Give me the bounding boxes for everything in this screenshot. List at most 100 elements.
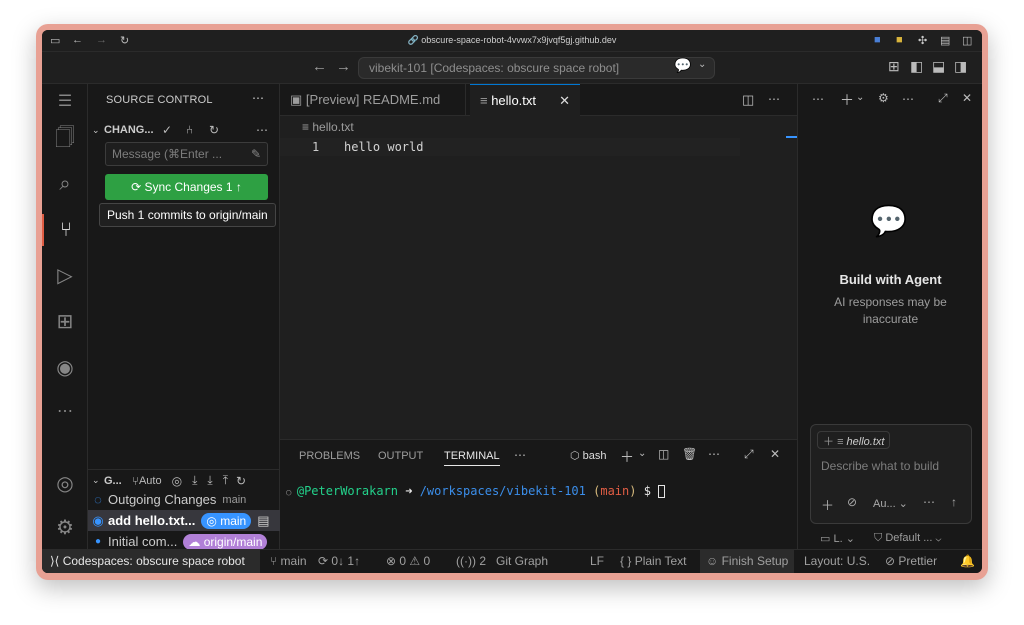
pull-icon[interactable]: ⤓	[207, 473, 212, 488]
add-context-icon[interactable]: ＋	[823, 436, 837, 448]
menu-icon[interactable]: ☰	[42, 86, 88, 118]
nav-forward-icon[interactable]: →	[336, 58, 351, 75]
breadcrumb[interactable]: ≡ hello.txt	[302, 120, 354, 134]
chevron-down-icon[interactable]: ⌄	[698, 59, 706, 70]
panel-more-icon[interactable]: ⋯	[514, 448, 526, 462]
eol-indicator[interactable]: LF	[590, 550, 604, 573]
chevron-down-icon[interactable]: ⌄	[638, 448, 646, 459]
branch-indicator[interactable]: ⑂ main	[270, 550, 307, 573]
chat-footer-right[interactable]: ⛉ Default ... ⌄	[874, 532, 941, 545]
prompt-branch: main	[600, 484, 630, 498]
graph-section-header[interactable]: ⌄ G... ⑂ Auto ◎ ⤓ ⤓ ⤒ ↻	[88, 469, 280, 491]
commit-check-icon[interactable]: ✓	[162, 123, 172, 137]
extension-puzzle-icon[interactable]: ✣	[918, 34, 927, 47]
toggle-panel-icon[interactable]: ⬓	[932, 58, 945, 75]
chat-input-placeholder[interactable]: Describe what to build	[821, 459, 939, 473]
source-control-icon[interactable]: ⑂	[42, 214, 88, 246]
sync-changes-button[interactable]: ⟳ Sync Changes 1 ↑	[105, 174, 268, 200]
url-bar[interactable]: 🔗 obscure-space-robot-4vvwx7x9jvqf5gj.gi…	[42, 35, 982, 46]
graph-refresh-icon[interactable]: ↻	[236, 474, 246, 488]
tab-terminal[interactable]: TERMINAL	[444, 450, 500, 466]
explorer-icon[interactable]: 🗍	[42, 122, 88, 154]
problems-indicator[interactable]: ⊗ 0 ⚠ 0	[386, 550, 430, 573]
more-views-icon[interactable]: ⋯	[42, 396, 88, 428]
manage-gear-icon[interactable]: ⚙	[42, 512, 88, 544]
split-view-icon[interactable]: ◫	[962, 34, 972, 47]
toggle-primary-sidebar-icon[interactable]: ◧	[910, 58, 923, 75]
extensions-icon[interactable]: ⊞	[42, 306, 88, 338]
open-file-icon[interactable]: ▤	[257, 513, 269, 529]
chevron-down-icon[interactable]: ⌄	[856, 92, 864, 103]
terminal-more-icon[interactable]: ⋯	[708, 447, 720, 461]
section-more-icon[interactable]: ⋯	[256, 123, 268, 137]
push-icon[interactable]: ⤒	[223, 473, 228, 488]
tab-output[interactable]: OUTPUT	[378, 450, 423, 462]
tab-hello-txt[interactable]: ≡ hello.txt ✕	[470, 84, 580, 116]
chat-actions-more-icon[interactable]: ⋯	[902, 92, 914, 106]
close-chat-icon[interactable]: ✕	[962, 91, 972, 105]
current-line[interactable]: 1 hello world	[280, 138, 740, 156]
sparkle-generate-icon[interactable]: ✎	[251, 147, 261, 161]
chat-footer-left-label: L.	[833, 533, 843, 545]
graph-row-outgoing[interactable]: ◌ Outgoing Changes main	[88, 489, 280, 510]
changes-section-header[interactable]: ⌄ CHANG... ✓ ⑃ ↻ ⋯	[92, 120, 280, 140]
chat-icon[interactable]: 💬	[674, 57, 691, 74]
chat-more-icon[interactable]: ⋯	[812, 92, 824, 106]
fetch-icon[interactable]: ⤓	[192, 473, 197, 488]
chat-footer-left[interactable]: ▭ L. ⌄	[820, 532, 855, 545]
customize-layout-icon[interactable]: ⊞	[888, 58, 900, 75]
maximize-panel-icon[interactable]: ⤢	[744, 447, 754, 462]
editor-more-icon[interactable]: ⋯	[768, 92, 780, 106]
mode-picker[interactable]: Au... ⌄	[873, 497, 908, 510]
maximize-chat-icon[interactable]: ⤢	[938, 91, 948, 106]
ports-indicator[interactable]: ((·)) 2	[456, 550, 486, 573]
attach-icon[interactable]: ＋	[821, 495, 834, 514]
nav-back-icon[interactable]: ←	[312, 58, 327, 75]
github-icon[interactable]: ◉	[42, 352, 88, 384]
chat-input-more-icon[interactable]: ⋯	[923, 495, 935, 509]
finish-setup-button[interactable]: ☺ Finish Setup	[700, 550, 794, 573]
target-icon[interactable]: ◎	[172, 474, 182, 488]
send-arrow-icon[interactable]: ↑	[951, 495, 957, 509]
shield-icon: ⛉	[874, 532, 886, 544]
tools-icon[interactable]: ⊘	[847, 495, 857, 509]
context-chip[interactable]: ＋ ≡ hello.txt	[817, 431, 891, 449]
close-icon[interactable]: ✕	[559, 85, 570, 117]
command-center[interactable]: vibekit-101 [Codespaces: obscure space r…	[358, 57, 715, 79]
notifications-bell-icon[interactable]: 🔔	[960, 550, 975, 573]
graph-actions-icon[interactable]: ⑃	[186, 123, 193, 137]
commit-message-input[interactable]: Message (⌘Enter ... ✎	[105, 142, 268, 166]
prettier-indicator[interactable]: ⊘ Prettier	[885, 550, 937, 573]
trash-icon[interactable]: 🗑	[682, 447, 697, 461]
extension-folder-icon[interactable]: ■	[896, 34, 903, 46]
prettier-label: Prettier	[898, 554, 938, 568]
split-terminal-icon[interactable]: ◫	[658, 447, 669, 461]
chat-input-box[interactable]: ＋ ≡ hello.txt Describe what to build ＋ ⊘…	[810, 424, 972, 524]
extension-list-icon[interactable]: ▤	[940, 34, 950, 47]
close-panel-icon[interactable]: ✕	[770, 447, 780, 461]
keyboard-layout[interactable]: Layout: U.S.	[804, 550, 870, 573]
remote-indicator[interactable]: ⟩⟨ Codespaces: obscure space robot	[42, 550, 260, 573]
prompt-arrow: ➜	[405, 484, 413, 498]
language-mode[interactable]: { } Plain Text	[620, 550, 687, 573]
git-graph-button[interactable]: Git Graph	[496, 550, 548, 573]
new-chat-icon[interactable]: ＋	[840, 90, 854, 110]
new-terminal-icon[interactable]: ＋	[620, 447, 634, 467]
accounts-icon[interactable]: ◎	[42, 468, 88, 500]
chat-settings-gear-icon[interactable]: ⚙	[878, 91, 889, 105]
split-editor-icon[interactable]: ◫	[742, 92, 754, 108]
extension-shield-icon[interactable]: ■	[874, 34, 881, 46]
more-actions-icon[interactable]: ⋯	[252, 91, 264, 105]
run-debug-icon[interactable]: ▷	[42, 260, 88, 292]
terminal-prompt-line[interactable]: ○ @PeterWorakarn ➜ /workspaces/vibekit-1…	[286, 484, 666, 498]
refresh-icon[interactable]: ↻	[209, 123, 219, 137]
graph-auto-label[interactable]: Auto	[139, 475, 162, 487]
tab-readme-preview[interactable]: ▣ [Preview] README.md	[280, 84, 466, 116]
terminal-shell-selector[interactable]: ⬡ bash	[570, 449, 607, 462]
tab-problems[interactable]: PROBLEMS	[299, 450, 360, 462]
search-icon[interactable]: ⌕	[42, 168, 88, 200]
toggle-secondary-sidebar-icon[interactable]: ◨	[954, 58, 967, 75]
branch-label: main	[280, 554, 307, 568]
graph-row-commit[interactable]: ◉ add hello.txt... ◎ main ▤	[88, 510, 280, 531]
sync-indicator[interactable]: ⟳ 0↓ 1↑	[318, 550, 360, 573]
